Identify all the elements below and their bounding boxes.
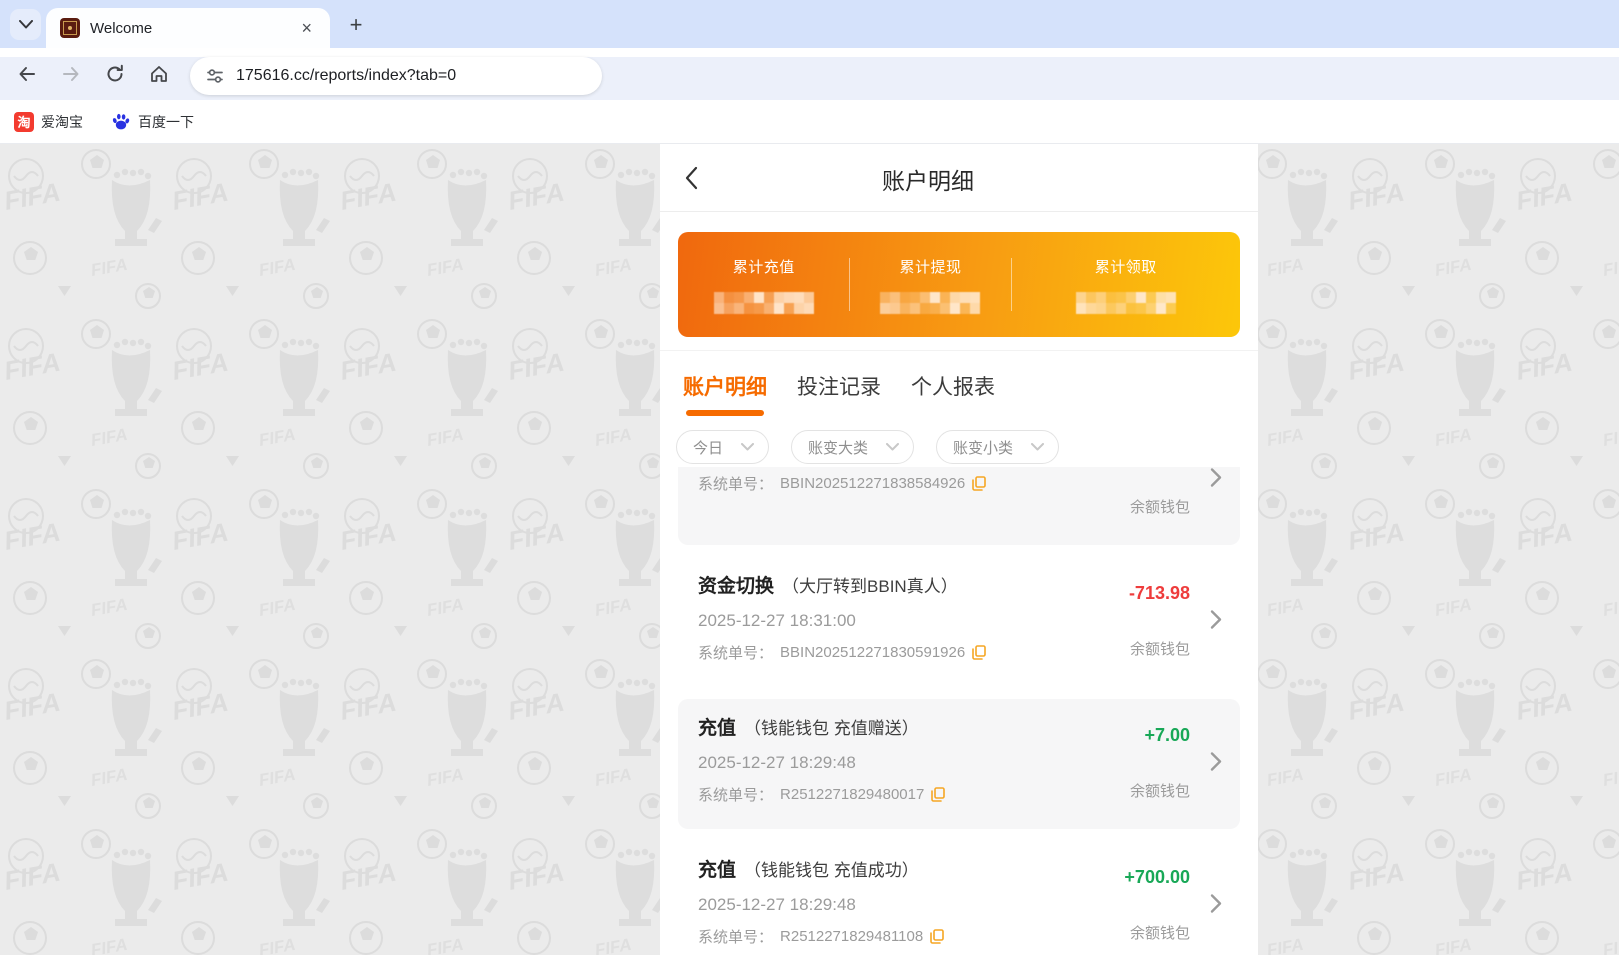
stat-total-claimed: 累计领取: [1012, 232, 1240, 337]
copy-button[interactable]: [931, 787, 946, 802]
filter-minor-type-dropdown[interactable]: 账变小类: [936, 430, 1060, 464]
baidu-paw-icon: [112, 113, 130, 129]
system-order-number: BBIN202512271838584926: [780, 475, 966, 492]
transaction-row[interactable]: 2025-12-27 18:39:00 系统单号：BBIN20251227183…: [678, 467, 1240, 545]
stat-total-withdraw: 累计提现: [850, 232, 1010, 337]
censored-value: [1075, 291, 1176, 314]
system-order-number: BBIN202512271830591926: [780, 644, 966, 661]
system-order-number: R2512271829480017: [780, 786, 925, 803]
copy-button[interactable]: [972, 476, 986, 491]
system-order-number: R2512271829481108: [780, 928, 924, 945]
transaction-row[interactable]: 充值 （钱能钱包 充值赠送） 2025-12-27 18:29:48 系统单号：…: [678, 699, 1240, 829]
copy-icon: [972, 645, 986, 660]
chevron-right-icon: [1210, 468, 1222, 487]
transaction-amount: +700.00: [1124, 867, 1190, 887]
url-text: 175616.cc/reports/index?tab=0: [236, 67, 457, 84]
wallet-label: 余额钱包: [1129, 783, 1190, 800]
tab-personal-report[interactable]: 个人报表: [911, 366, 995, 410]
transaction-note: （钱能钱包 充值赠送）: [744, 719, 919, 738]
tab-title: Welcome: [90, 19, 153, 37]
arrow-left-icon: [19, 67, 35, 81]
reload-button[interactable]: [100, 59, 130, 89]
system-order-label: 系统单号：: [698, 787, 774, 804]
app-panel: 账户明细 累计充值 累计提现 累计领取 账户明细 投注记录 个人报表 今日 账变…: [660, 144, 1258, 955]
row-detail-button[interactable]: [1210, 468, 1222, 493]
chevron-left-icon: [685, 166, 698, 190]
chevron-right-icon: [1210, 752, 1222, 771]
transaction-note: （大厅转到BBIN真人）: [782, 577, 958, 596]
copy-button[interactable]: [930, 929, 945, 944]
back-chevron-button[interactable]: [684, 166, 708, 190]
transaction-type: 充值: [698, 860, 737, 881]
transaction-note: （钱能钱包 充值成功）: [744, 861, 919, 880]
tab-close-icon[interactable]: ×: [297, 17, 316, 39]
reload-icon: [107, 64, 123, 82]
forward-button[interactable]: [56, 59, 86, 89]
copy-button[interactable]: [972, 645, 986, 660]
transaction-amount: -713.98: [1128, 583, 1190, 603]
filter-date-dropdown[interactable]: 今日: [676, 430, 770, 464]
tab-account-detail[interactable]: 账户明细: [683, 366, 767, 416]
row-detail-button[interactable]: [1210, 610, 1222, 635]
home-button[interactable]: [144, 59, 174, 89]
transaction-type: 资金切换: [698, 576, 775, 597]
transaction-row[interactable]: 充值 （钱能钱包 充值成功） 2025-12-27 18:29:48 系统单号：…: [678, 841, 1240, 955]
stat-total-deposit: 累计充值: [678, 232, 849, 337]
bookmark-baidu[interactable]: 百度一下: [111, 112, 194, 132]
taobao-icon: 淘: [14, 111, 34, 132]
chevron-right-icon: [1210, 610, 1222, 629]
site-favicon-icon: [60, 18, 80, 38]
transaction-amount: +7.00: [1144, 725, 1190, 745]
chevron-down-icon: [1031, 443, 1045, 451]
chevron-down-icon: [18, 20, 33, 29]
copy-icon: [972, 476, 986, 491]
copy-icon: [931, 787, 946, 802]
divider: [660, 350, 1258, 351]
new-tab-button[interactable]: +: [342, 11, 370, 39]
bookmarks-bar: 淘 爱淘宝 百度一下: [0, 100, 1619, 144]
tab-bet-records[interactable]: 投注记录: [797, 366, 881, 410]
transaction-list: 2025-12-27 18:39:00 系统单号：BBIN20251227183…: [660, 467, 1258, 955]
wallet-label: 余额钱包: [1129, 925, 1190, 942]
browser-tab-strip: Welcome × +: [0, 0, 1619, 48]
wallet-label: 余额钱包: [1129, 499, 1190, 516]
censored-value: [880, 291, 981, 314]
screen: Welcome × + 175616.cc/reports/index?tab=…: [0, 0, 1619, 955]
url-bar[interactable]: 175616.cc/reports/index?tab=0: [190, 57, 602, 95]
wallet-label: 余额钱包: [1129, 641, 1190, 658]
browser-tab[interactable]: Welcome ×: [46, 8, 330, 48]
filter-bar: 今日 账变大类 账变小类: [676, 430, 1060, 464]
totals-card: 累计充值 累计提现 累计领取: [678, 232, 1240, 337]
chevron-down-icon: [886, 443, 900, 451]
page-body: FIFA FIFA 账户明细 累计充值: [0, 144, 1619, 955]
report-tabs: 账户明细 投注记录 个人报表: [683, 366, 995, 416]
row-detail-button[interactable]: [1210, 752, 1222, 777]
app-header: 账户明细: [660, 144, 1258, 212]
copy-icon: [930, 929, 945, 944]
censored-value: [713, 291, 814, 314]
site-settings-icon: [207, 69, 223, 83]
back-button[interactable]: [12, 59, 42, 89]
chevron-down-icon: [741, 443, 755, 451]
browser-toolbar: 175616.cc/reports/index?tab=0: [0, 48, 1619, 100]
home-icon: [151, 66, 167, 82]
chevron-right-icon: [1210, 894, 1222, 913]
system-order-label: 系统单号：: [698, 476, 774, 493]
system-order-label: 系统单号：: [698, 929, 774, 946]
page-title: 账户明细: [882, 168, 974, 194]
arrow-right-icon: [63, 67, 79, 81]
row-detail-button[interactable]: [1210, 894, 1222, 919]
transaction-row[interactable]: 资金切换 （大厅转到BBIN真人） 2025-12-27 18:31:00 系统…: [678, 557, 1240, 687]
system-order-label: 系统单号：: [698, 645, 774, 662]
tab-search-button[interactable]: [10, 9, 41, 40]
bookmark-taobao[interactable]: 淘 爱淘宝: [14, 111, 83, 132]
filter-major-type-dropdown[interactable]: 账变大类: [791, 430, 915, 464]
transaction-type: 充值: [698, 718, 737, 739]
